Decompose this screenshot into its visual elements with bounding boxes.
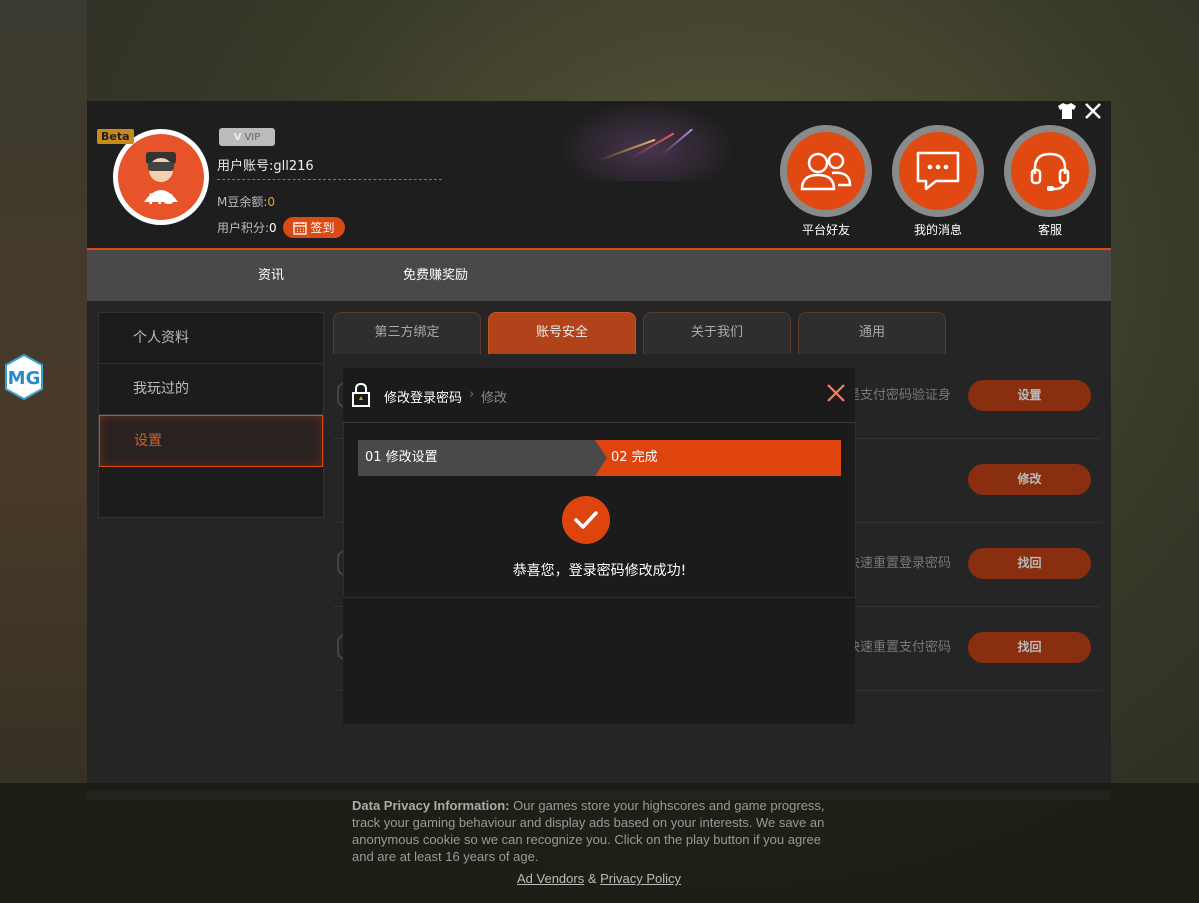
close-icon[interactable]	[825, 382, 847, 404]
step-modify-settings: 01 修改设置	[358, 440, 595, 476]
chat-bubble-icon	[916, 151, 960, 191]
tab-third-party-binding[interactable]: 第三方绑定	[333, 312, 481, 354]
page-background-left	[0, 0, 87, 903]
main-nav: 资讯 免费赚奖励	[87, 250, 1111, 301]
nav-item-news[interactable]: 资讯	[258, 250, 284, 301]
signin-button[interactable]: 签到	[283, 217, 345, 238]
calendar-icon	[293, 221, 308, 235]
nav-item-free-rewards[interactable]: 免费赚奖励	[403, 250, 468, 301]
avatar-illustration-icon: MG	[144, 152, 178, 208]
lock-icon	[352, 383, 370, 407]
sidebar-item-played[interactable]: 我玩过的	[99, 364, 323, 415]
sidebar-item-profile[interactable]: 个人资料	[99, 313, 323, 364]
svg-text:MG: MG	[148, 192, 173, 208]
close-icon[interactable]	[1083, 101, 1103, 126]
tab-account-security[interactable]: 账号安全	[488, 312, 636, 354]
step-complete: 02 完成	[595, 440, 841, 476]
messages-button[interactable]: 我的消息	[892, 125, 984, 238]
svg-text:MG: MG	[8, 368, 41, 389]
profile-header: MG Beta V VIP 用户账号:gll216 M豆余额:0 用户积分:0 …	[87, 101, 1111, 250]
friends-button[interactable]: 平台好友	[780, 125, 872, 238]
sidebar-item-settings[interactable]: 设置	[99, 415, 323, 467]
setup-button[interactable]: 设置	[968, 380, 1091, 411]
change-password-dialog: 修改登录密码 › 修改 01 修改设置 02 完成 恭喜您，登录密码修改成功!	[343, 368, 856, 724]
step-arrow	[595, 440, 607, 476]
customer-service-button[interactable]: 客服	[1004, 125, 1096, 238]
privacy-policy-link[interactable]: Privacy Policy	[600, 871, 681, 886]
dialog-title: 修改登录密码	[384, 391, 463, 406]
privacy-links: Ad Vendors & Privacy Policy	[517, 871, 682, 886]
success-message: 恭喜您，登录密码修改成功!	[512, 563, 687, 579]
balance: M豆余额:0	[217, 195, 276, 209]
header-decoration	[557, 101, 737, 181]
ad-vendors-link[interactable]: Ad Vendors	[517, 871, 584, 886]
sidebar: 个人资料 我玩过的 设置	[98, 312, 324, 518]
breadcrumb-current: 修改	[481, 391, 508, 406]
vip-badge: V VIP	[219, 128, 275, 146]
dialog-header: 修改登录密码 › 修改	[343, 368, 855, 423]
progress-steps: 01 修改设置 02 完成	[358, 440, 841, 476]
breadcrumb-separator: ›	[469, 387, 475, 402]
mg-logo-icon[interactable]: MG	[4, 354, 44, 400]
modify-button[interactable]: 修改	[968, 464, 1091, 495]
success-check-icon	[562, 496, 610, 544]
tab-general[interactable]: 通用	[798, 312, 946, 354]
beta-badge: Beta	[97, 129, 134, 144]
vip-v-icon: V	[233, 131, 242, 143]
recover-pay-password-button[interactable]: 找回	[968, 632, 1091, 663]
dialog-body: 01 修改设置 02 完成 恭喜您，登录密码修改成功!	[343, 423, 856, 598]
privacy-text: Data Privacy Information: Our games stor…	[352, 798, 825, 864]
user-account: 用户账号:gll216	[217, 159, 314, 174]
tab-about-us[interactable]: 关于我们	[643, 312, 791, 354]
privacy-notice: Data Privacy Information: Our games stor…	[0, 783, 1199, 903]
divider	[217, 179, 442, 180]
shirt-icon[interactable]	[1057, 102, 1077, 125]
window-controls	[1057, 101, 1103, 126]
headset-icon	[1030, 152, 1070, 191]
app-window: MG Beta V VIP 用户账号:gll216 M豆余额:0 用户积分:0 …	[87, 101, 1111, 800]
recover-login-password-button[interactable]: 找回	[968, 548, 1091, 579]
points: 用户积分:0	[217, 221, 277, 235]
friends-icon	[800, 152, 852, 191]
